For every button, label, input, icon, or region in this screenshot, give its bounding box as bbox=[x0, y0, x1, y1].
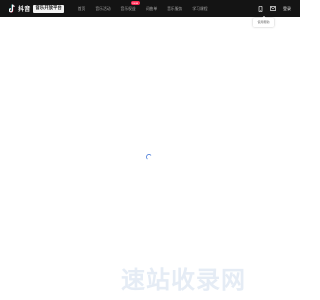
watermark: 速站收录网 bbox=[121, 266, 246, 294]
nav-item-label: 词曲单 bbox=[145, 5, 158, 11]
brand-name: 抖音 bbox=[18, 6, 31, 13]
main-nav: 首页 音乐活动 音乐权益 new 词曲单 音乐服务 学习课程 bbox=[76, 0, 218, 17]
nav-item-courses[interactable]: 学习课程 bbox=[192, 6, 207, 12]
top-navigation-bar: 抖音 音乐开放平台 首页 音乐活动 音乐权益 new 词曲单 音乐服务 学习课程 … bbox=[0, 0, 300, 17]
right-tools: 登录 bbox=[257, 0, 300, 17]
nav-item-song-list[interactable]: 词曲单 bbox=[146, 6, 157, 12]
new-badge: new bbox=[130, 0, 140, 5]
message-icon[interactable] bbox=[270, 6, 276, 12]
nav-item-music-activities[interactable]: 音乐活动 bbox=[95, 6, 110, 12]
nav-item-label: 音乐权益 bbox=[120, 5, 136, 11]
nav-item-label: 学习课程 bbox=[192, 5, 208, 11]
login-button[interactable]: 登录 bbox=[283, 6, 291, 12]
nav-item-label: 首页 bbox=[77, 5, 86, 11]
nav-item-home[interactable]: 首页 bbox=[78, 6, 86, 12]
platform-name: 音乐开放平台 bbox=[33, 4, 64, 13]
douyin-note-icon bbox=[9, 4, 16, 13]
nav-item-music-rights[interactable]: 音乐权益 new bbox=[120, 0, 140, 12]
help-tooltip: 使用帮助 bbox=[253, 16, 274, 27]
nav-item-label: 音乐服务 bbox=[167, 5, 183, 11]
phone-icon[interactable] bbox=[257, 5, 263, 12]
brand-logo[interactable]: 抖音 音乐开放平台 bbox=[9, 0, 64, 17]
loading-spinner-icon bbox=[146, 145, 152, 160]
nav-item-label: 音乐活动 bbox=[95, 5, 111, 11]
nav-item-music-services[interactable]: 音乐服务 bbox=[167, 6, 182, 12]
